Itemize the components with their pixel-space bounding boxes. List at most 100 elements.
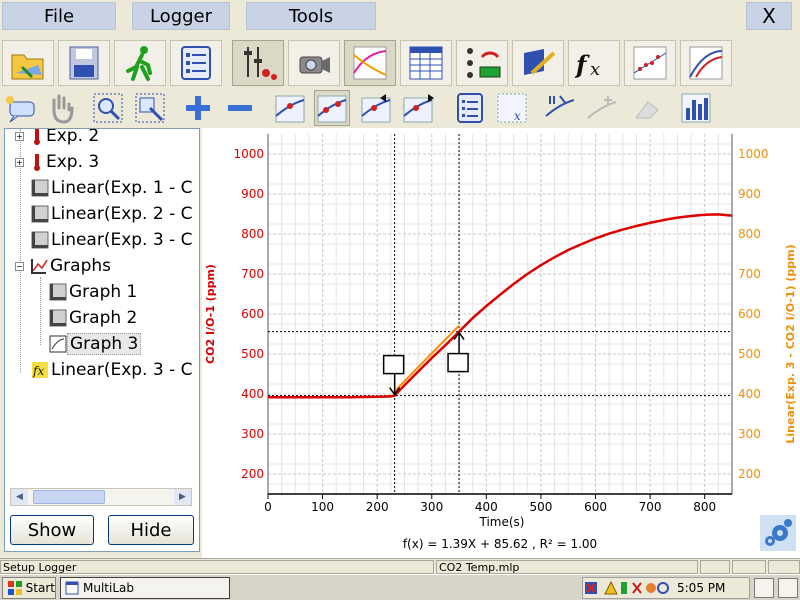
scroll-left-icon[interactable]: ◀ bbox=[11, 489, 28, 505]
collapse-icon[interactable]: − bbox=[15, 261, 24, 271]
curve-button[interactable] bbox=[680, 40, 732, 86]
y-tick-label-right: 600 bbox=[738, 307, 761, 321]
run-button[interactable] bbox=[114, 40, 166, 86]
tree-item-exp2[interactable]: + Exp. 2 bbox=[15, 128, 101, 148]
tray-icons[interactable] bbox=[583, 579, 669, 597]
x-tick-label: 200 bbox=[366, 500, 389, 514]
close-button[interactable]: X bbox=[746, 2, 792, 30]
list-icon bbox=[457, 93, 483, 123]
y-tick-label-left: 700 bbox=[241, 267, 264, 281]
taskbar-help-icon[interactable] bbox=[754, 578, 774, 598]
svg-text:f: f bbox=[574, 50, 590, 79]
tree-item-linear-fx[interactable]: fx Linear(Exp. 3 - C bbox=[31, 358, 195, 382]
tree-item-label: Linear(Exp. 1 - C bbox=[51, 178, 193, 198]
hide-button[interactable]: Hide bbox=[108, 515, 194, 545]
tools-menu[interactable]: Tools bbox=[246, 2, 376, 30]
data-operation-icon bbox=[545, 95, 575, 117]
run-logger-icon bbox=[126, 46, 152, 81]
tree-item-linear-exp1[interactable]: Linear(Exp. 1 - C bbox=[31, 176, 195, 200]
notebook-icon bbox=[524, 49, 556, 75]
save-button[interactable] bbox=[58, 40, 110, 86]
data-op-button[interactable] bbox=[542, 90, 578, 126]
settings-gear-icon[interactable] bbox=[760, 515, 796, 551]
tree-item-label: Exp. 2 bbox=[46, 128, 100, 146]
expand-icon[interactable]: + bbox=[15, 157, 24, 167]
dataset-icon bbox=[31, 231, 49, 249]
tree-item-linear-exp2[interactable]: Linear(Exp. 2 - C bbox=[31, 202, 195, 226]
x-axis-button[interactable]: x bbox=[494, 90, 530, 126]
show-button[interactable]: Show bbox=[10, 515, 94, 545]
taskbar-network-icon[interactable] bbox=[778, 578, 798, 598]
menu-bar: File Logger Tools X bbox=[0, 0, 800, 34]
zoom-out-button[interactable] bbox=[222, 90, 258, 126]
zoom-in-button[interactable] bbox=[180, 90, 216, 126]
x-tick-label: 600 bbox=[584, 500, 607, 514]
pan-button[interactable] bbox=[44, 90, 80, 126]
x-axis-icon: x bbox=[497, 93, 527, 123]
minus-icon bbox=[228, 105, 252, 111]
annotation-button[interactable] bbox=[2, 90, 38, 126]
tree-item-graphs[interactable]: − Graphs bbox=[15, 254, 113, 278]
dataset-icon bbox=[31, 205, 49, 223]
notebook-button[interactable] bbox=[512, 40, 564, 86]
cursor-2-box bbox=[447, 352, 469, 373]
camera-button[interactable] bbox=[288, 40, 340, 86]
list-button[interactable] bbox=[170, 40, 222, 86]
graph-list-button[interactable] bbox=[452, 90, 488, 126]
save-disk-icon bbox=[69, 46, 99, 80]
tree-item-graph1[interactable]: Graph 1 bbox=[49, 280, 139, 304]
zoom-area-button[interactable] bbox=[132, 90, 168, 126]
meter-icon bbox=[467, 48, 501, 78]
tree-item-graph2[interactable]: Graph 2 bbox=[49, 306, 139, 330]
scatter-icon bbox=[633, 46, 667, 80]
scroll-thumb[interactable] bbox=[33, 490, 105, 504]
tree-item-label: Linear(Exp. 3 - C bbox=[51, 230, 193, 250]
open-button[interactable] bbox=[2, 40, 54, 86]
start-button[interactable]: Start bbox=[2, 577, 56, 599]
graph-icon bbox=[49, 335, 67, 353]
prev-point-button[interactable] bbox=[358, 90, 394, 126]
tree-horizontal-scrollbar[interactable]: ◀ ▶ bbox=[10, 488, 192, 506]
tree-item-label: Graph 1 bbox=[69, 282, 138, 302]
scatter-button[interactable] bbox=[624, 40, 676, 86]
add-point-button[interactable] bbox=[584, 90, 620, 126]
setup-button[interactable] bbox=[232, 40, 284, 86]
next-point-button[interactable] bbox=[400, 90, 436, 126]
y-tick-label-right: 500 bbox=[738, 347, 761, 361]
expand-icon[interactable]: + bbox=[15, 131, 24, 141]
zoom-button[interactable] bbox=[90, 90, 126, 126]
thermometer-icon bbox=[34, 154, 40, 171]
taskbar-multilab[interactable]: MultiLab bbox=[60, 577, 230, 599]
graph-icon bbox=[49, 309, 67, 327]
status-bar: Setup Logger CO2 Temp.mlp bbox=[0, 558, 800, 574]
graphs-folder-icon bbox=[31, 259, 48, 274]
graph-panel[interactable]: 0 100 200 300 400 500 600 700 800 200 200 300 300 400… bbox=[202, 128, 800, 558]
tree-item-linear-exp3[interactable]: Linear(Exp. 3 - C bbox=[31, 228, 195, 252]
cursor-button[interactable] bbox=[272, 90, 308, 126]
scroll-right-icon[interactable]: ▶ bbox=[174, 489, 191, 505]
graph-view-button[interactable] bbox=[344, 40, 396, 86]
svg-text:fx: fx bbox=[32, 364, 44, 378]
tree-item-label: Graph 2 bbox=[69, 308, 138, 328]
cursor-icon bbox=[275, 95, 305, 123]
tree-item-graph3[interactable]: Graph 3 bbox=[49, 332, 142, 356]
cursor-1-box bbox=[382, 354, 405, 375]
hand-icon bbox=[52, 94, 74, 124]
tree-item-label: Graph 3 bbox=[67, 333, 142, 355]
bar-graph-button[interactable] bbox=[678, 90, 714, 126]
file-menu[interactable]: File bbox=[2, 2, 116, 30]
thermometer-icon bbox=[34, 129, 40, 145]
erase-button[interactable] bbox=[630, 90, 666, 126]
meter-button[interactable] bbox=[456, 40, 508, 86]
y-tick-label-left: 900 bbox=[241, 187, 264, 201]
function-button[interactable]: fx bbox=[568, 40, 620, 86]
logger-menu[interactable]: Logger bbox=[132, 2, 230, 30]
tree-item-label: Linear(Exp. 2 - C bbox=[51, 204, 193, 224]
y-axis-title-right: Linear(Exp. 3 - CO2 I/O-1) (ppm) bbox=[784, 244, 797, 443]
two-cursors-button[interactable] bbox=[314, 90, 350, 126]
multilab-app-icon bbox=[65, 581, 79, 595]
co2-chart[interactable]: 0 100 200 300 400 500 600 700 800 200 200 300 300 400… bbox=[202, 128, 800, 558]
table-view-button[interactable] bbox=[400, 40, 452, 86]
tree-item-exp3[interactable]: + Exp. 3 bbox=[15, 150, 101, 174]
y-tick-label-right: 900 bbox=[738, 187, 761, 201]
